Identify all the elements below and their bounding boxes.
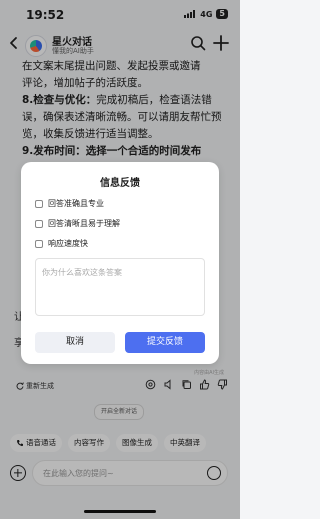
feedback-option-accurate[interactable]: 回答准确且专业 xyxy=(35,198,104,209)
option-label: 回答清晰且易于理解 xyxy=(48,219,120,228)
feedback-option-clear[interactable]: 回答清晰且易于理解 xyxy=(35,218,120,229)
textarea-placeholder: 你为什么喜欢这条答案 xyxy=(42,268,122,277)
dialog-title: 信息反馈 xyxy=(100,178,140,189)
checkbox[interactable] xyxy=(35,219,43,228)
feedback-textarea[interactable]: 你为什么喜欢这条答案 xyxy=(35,258,205,316)
option-label: 回答准确且专业 xyxy=(48,199,104,208)
cancel-button[interactable]: 取消 xyxy=(35,332,115,353)
feedback-option-fast[interactable]: 响应速度快 xyxy=(35,238,88,249)
feedback-dialog: 信息反馈 回答准确且专业 回答清晰且易于理解 响应速度快 你为什么喜欢这条答案 … xyxy=(21,162,219,364)
option-label: 响应速度快 xyxy=(48,239,88,248)
checkbox[interactable] xyxy=(35,239,43,248)
checkbox[interactable] xyxy=(35,199,43,208)
submit-feedback-button[interactable]: 提交反馈 xyxy=(125,332,205,353)
